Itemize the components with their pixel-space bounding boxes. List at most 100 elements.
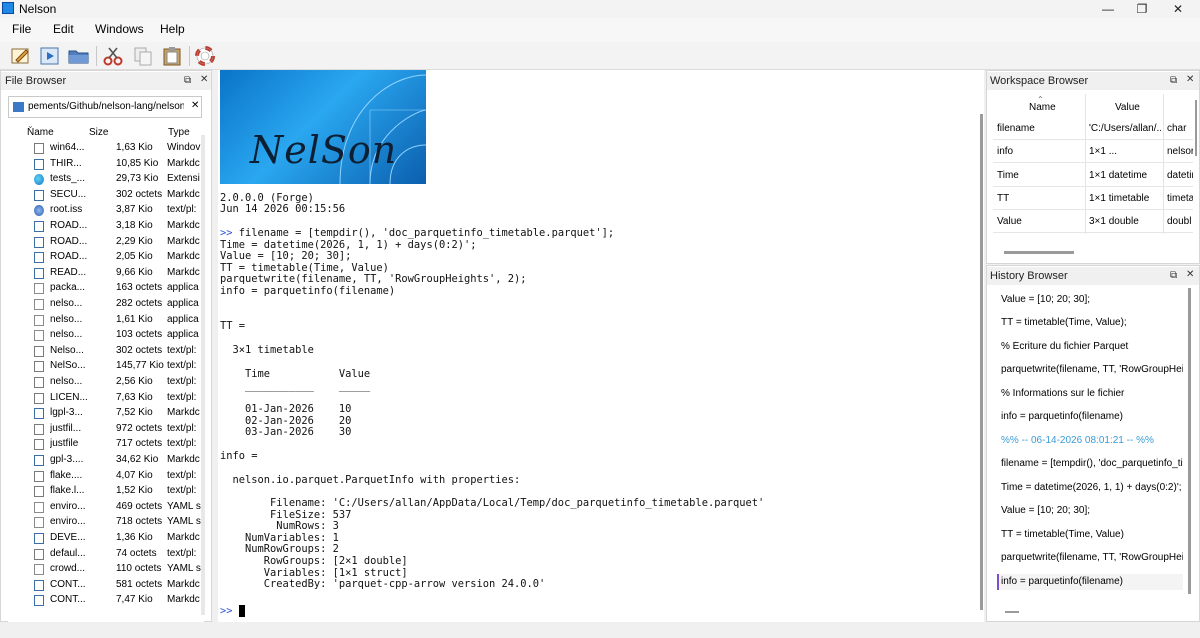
file-size: 718 octets: [116, 516, 163, 528]
console-line-text: Value = [10; 20; 30];: [220, 250, 352, 262]
file-type: YAML s: [167, 563, 201, 575]
workspace-row[interactable]: Time 1×1 datetime datetir: [993, 164, 1193, 187]
history-item[interactable]: Value = [10; 20; 30];: [1001, 294, 1183, 305]
file-row[interactable]: justfil... 972 octets text/pl:: [8, 422, 204, 438]
workspace-v-scrollbar[interactable]: [1195, 100, 1197, 156]
file-row[interactable]: gpl-3.... 34,62 Kio Markdc: [8, 453, 204, 469]
history-item[interactable]: parquetwrite(filename, TT, 'RowGroupHeig…: [1001, 552, 1183, 563]
command-console[interactable]: NelSon 2.0.0.0 (Forge) Jun 14 2026 00:15:…: [218, 70, 984, 622]
file-name: nelso...: [50, 313, 83, 325]
file-row[interactable]: Nelso... 302 octets text/pl:: [8, 344, 204, 360]
history-item[interactable]: filename = [tempdir(), 'doc_parquetinfo_…: [1001, 458, 1183, 469]
console-line-text: TT =: [220, 320, 246, 332]
ws-var-class: datetir: [1167, 169, 1193, 181]
menu-edit[interactable]: Edit: [53, 22, 74, 36]
file-row[interactable]: SECU... 302 octets Markdc: [8, 188, 204, 204]
close-window-button[interactable]: ✕: [1156, 0, 1200, 18]
workspace-h-scrollbar[interactable]: [1004, 251, 1074, 254]
run-icon[interactable]: [38, 45, 62, 67]
console-line-text: Jun 14 2026 00:15:56: [220, 203, 346, 215]
history-item[interactable]: % Informations sur le fichier: [1001, 388, 1183, 399]
file-type-icon: [34, 423, 44, 435]
history-item[interactable]: info = parquetinfo(filename): [997, 574, 1183, 590]
console-line-text: RowGroups: [2×1 double]: [220, 555, 408, 567]
workspace-row[interactable]: TT 1×1 timetable timeta: [993, 187, 1193, 210]
file-row[interactable]: ROAD... 3,18 Kio Markdc: [8, 219, 204, 235]
cut-icon[interactable]: [101, 45, 125, 67]
copy-icon[interactable]: [131, 45, 155, 67]
file-row[interactable]: root.iss 3,87 Kio text/pl:: [8, 203, 204, 219]
file-row[interactable]: tests_... 29,73 Kio Extensi: [8, 172, 204, 188]
file-row[interactable]: nelso... 282 octets applica: [8, 297, 204, 313]
file-row[interactable]: NelSo... 145,77 Kio text/pl:: [8, 359, 204, 375]
file-row[interactable]: flake.... 4,07 Kio text/pl:: [8, 469, 204, 485]
history-item[interactable]: %% -- 06-14-2026 08:01:21 -- %%: [1001, 435, 1183, 446]
close-panel-icon[interactable]: ✕: [1186, 74, 1194, 85]
file-name: THIR...: [50, 157, 82, 169]
ws-column-value[interactable]: Value: [1115, 102, 1140, 113]
paste-icon[interactable]: [160, 45, 184, 67]
file-browser-path-tab[interactable]: pements/Github/nelson-lang/nelson ✕: [8, 96, 202, 118]
undock-icon[interactable]: ⧉: [184, 75, 191, 86]
file-row[interactable]: ROAD... 2,05 Kio Markdc: [8, 250, 204, 266]
history-item[interactable]: parquetwrite(filename, TT, 'RowGroupHeig…: [1001, 364, 1183, 375]
close-panel-icon[interactable]: ✕: [1186, 269, 1194, 280]
file-row[interactable]: flake.l... 1,52 Kio text/pl:: [8, 484, 204, 500]
history-item[interactable]: Time = datetime(2026, 1, 1) + days(0:2)'…: [1001, 482, 1183, 493]
undock-icon[interactable]: ⧉: [1170, 75, 1177, 86]
history-item[interactable]: info = parquetinfo(filename): [1001, 411, 1183, 422]
history-item[interactable]: Value = [10; 20; 30];: [1001, 505, 1183, 516]
menu-help[interactable]: Help: [160, 22, 185, 36]
file-row[interactable]: CONT... 581 octets Markdc: [8, 578, 204, 594]
open-folder-icon[interactable]: [67, 45, 91, 67]
file-row[interactable]: THIR... 10,85 Kio Markdc: [8, 157, 204, 173]
file-row[interactable]: enviro... 718 octets YAML s: [8, 515, 204, 531]
file-row[interactable]: READ... 9,66 Kio Markdc: [8, 266, 204, 282]
file-row[interactable]: nelso... 1,61 Kio applica: [8, 313, 204, 329]
ws-column-name[interactable]: Name: [1029, 102, 1056, 113]
file-row[interactable]: nelso... 2,56 Kio text/pl:: [8, 375, 204, 391]
history-item[interactable]: TT = timetable(Time, Value);: [1001, 317, 1183, 328]
undock-icon[interactable]: ⧉: [1170, 270, 1177, 281]
console-line-text: filename = [tempdir(), 'doc_parquetinfo_…: [238, 227, 615, 239]
file-type-icon: [34, 470, 44, 482]
file-row[interactable]: packa... 163 octets applica: [8, 281, 204, 297]
history-item[interactable]: % Écriture du fichier Parquet: [1001, 341, 1183, 352]
ws-var-class: char: [1167, 123, 1187, 134]
column-type[interactable]: Type: [168, 127, 190, 138]
workspace-row[interactable]: Value 3×1 double doubl: [993, 210, 1193, 234]
file-row[interactable]: win64... 1,63 Kio Windov: [8, 141, 204, 157]
console-output: 2.0.0.0 (Forge) Jun 14 2026 00:15:56 >> fi…: [218, 70, 978, 622]
console-line-text: 01-Jan-2026 10: [220, 403, 352, 415]
file-row[interactable]: DEVE... 1,36 Kio Markdc: [8, 531, 204, 547]
file-type-icon: [34, 501, 44, 513]
file-row[interactable]: defaul... 74 octets text/pl:: [8, 547, 204, 563]
console-scrollbar[interactable]: [980, 114, 983, 610]
file-name: defaul...: [50, 547, 86, 559]
workspace-row[interactable]: filename 'C:/Users/allan/... char: [993, 117, 1193, 140]
file-size: 1,63 Kio: [116, 142, 153, 153]
file-row[interactable]: lgpl-3... 7,52 Kio Markdc: [8, 406, 204, 422]
menu-file[interactable]: File: [12, 22, 31, 36]
file-row[interactable]: justfile 717 octets text/pl:: [8, 437, 204, 453]
history-v-scrollbar[interactable]: [1188, 288, 1191, 594]
file-row[interactable]: LICEN... 7,63 Kio text/pl:: [8, 391, 204, 407]
file-list-scrollbar[interactable]: [201, 135, 205, 615]
history-item[interactable]: TT = timetable(Time, Value): [1001, 529, 1183, 540]
file-row[interactable]: CONT... 7,47 Kio Markdc: [8, 593, 204, 609]
edit-icon[interactable]: [9, 45, 33, 67]
file-row[interactable]: ROAD... 2,29 Kio Markdc: [8, 235, 204, 251]
column-size[interactable]: Size: [89, 127, 108, 138]
file-row[interactable]: enviro... 469 octets YAML s: [8, 500, 204, 516]
file-row[interactable]: crowd... 110 octets YAML s: [8, 562, 204, 578]
close-path-icon[interactable]: ✕: [191, 100, 199, 111]
workspace-row[interactable]: info 1×1 ... nelsor: [993, 140, 1193, 164]
history-h-scrollbar[interactable]: [1005, 611, 1019, 613]
file-row[interactable]: nelso... 103 octets applica: [8, 328, 204, 344]
file-size: 1,36 Kio: [116, 532, 153, 543]
menu-windows[interactable]: Windows: [95, 22, 144, 36]
file-size: 110 octets: [116, 563, 162, 575]
close-panel-icon[interactable]: ✕: [200, 74, 208, 85]
column-name[interactable]: Name: [27, 127, 54, 138]
help-lifebuoy-icon[interactable]: [193, 45, 217, 67]
